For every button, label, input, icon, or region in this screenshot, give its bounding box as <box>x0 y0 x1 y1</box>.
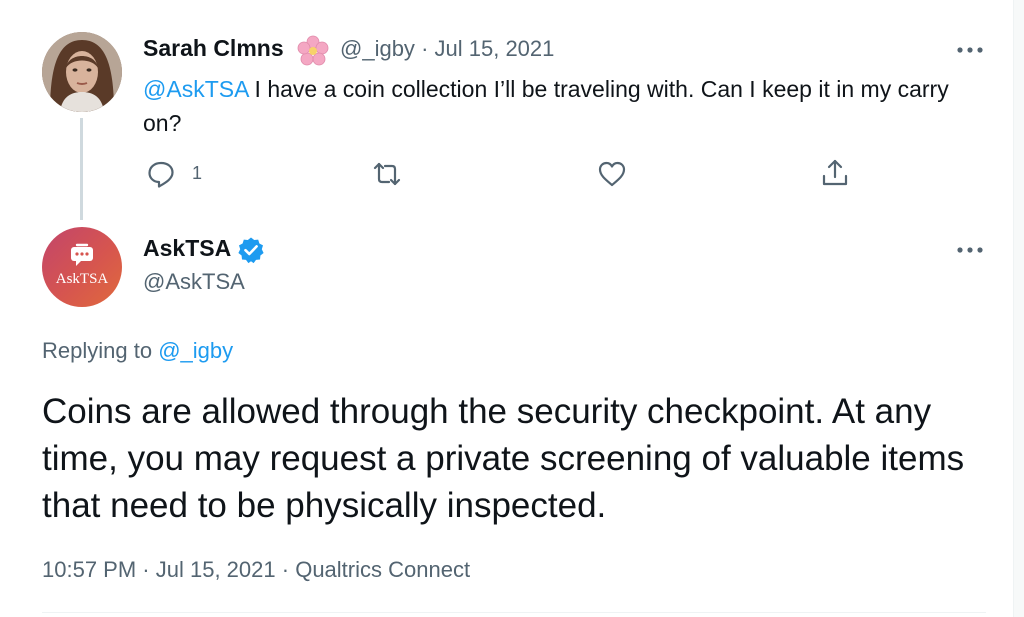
handle[interactable]: @AskTSA <box>143 269 245 295</box>
flower-emoji-icon <box>297 35 329 66</box>
avatar-asktsa[interactable]: AskTSA <box>42 227 122 307</box>
frame-edge <box>1014 0 1024 617</box>
main-tweet-text: Coins are allowed through the security c… <box>42 392 965 525</box>
replying-to: Replying to @_igby <box>42 338 233 364</box>
tweet-date[interactable]: Jul 15, 2021 <box>156 557 276 582</box>
replying-to-label: Replying to <box>42 338 153 363</box>
replying-to-handle[interactable]: @_igby <box>158 338 233 363</box>
tweet-source[interactable]: Qualtrics Connect <box>295 557 470 582</box>
separator: · <box>142 557 150 582</box>
like-icon[interactable] <box>597 159 627 189</box>
tweet-timestamp: 10:57 PM · Jul 15, 2021 · Qualtrics Conn… <box>42 557 470 583</box>
avatar-label: AskTSA <box>55 271 109 287</box>
display-name[interactable]: Sarah Clmns <box>143 35 284 62</box>
handle[interactable]: @_igby <box>340 36 415 61</box>
separator: · <box>281 557 290 582</box>
share-icon[interactable] <box>820 158 850 188</box>
avatar-photo <box>42 32 122 112</box>
reply-icon[interactable] <box>146 159 176 189</box>
tweet-body: I have a coin collection I’ll be traveli… <box>143 76 949 136</box>
tsa-logo-icon <box>71 243 93 266</box>
display-name[interactable]: AskTSA <box>143 235 231 262</box>
retweet-icon[interactable] <box>372 159 402 189</box>
tweet-date[interactable]: Jul 15, 2021 <box>435 36 555 61</box>
divider <box>42 612 986 613</box>
separator: · <box>421 36 429 61</box>
more-icon[interactable] <box>955 45 985 55</box>
reply-count: 1 <box>192 163 203 183</box>
thread-connector <box>80 118 83 220</box>
tweet-time[interactable]: 10:57 PM <box>42 557 136 582</box>
mention-link[interactable]: @AskTSA <box>143 76 248 102</box>
tweet-text: @AskTSA I have a coin collection I’ll be… <box>143 72 963 140</box>
more-icon[interactable] <box>955 245 985 255</box>
tweet-meta: @_igby · Jul 15, 2021 <box>340 36 554 62</box>
verified-badge-icon <box>238 237 264 264</box>
avatar-sarah[interactable] <box>42 32 122 112</box>
